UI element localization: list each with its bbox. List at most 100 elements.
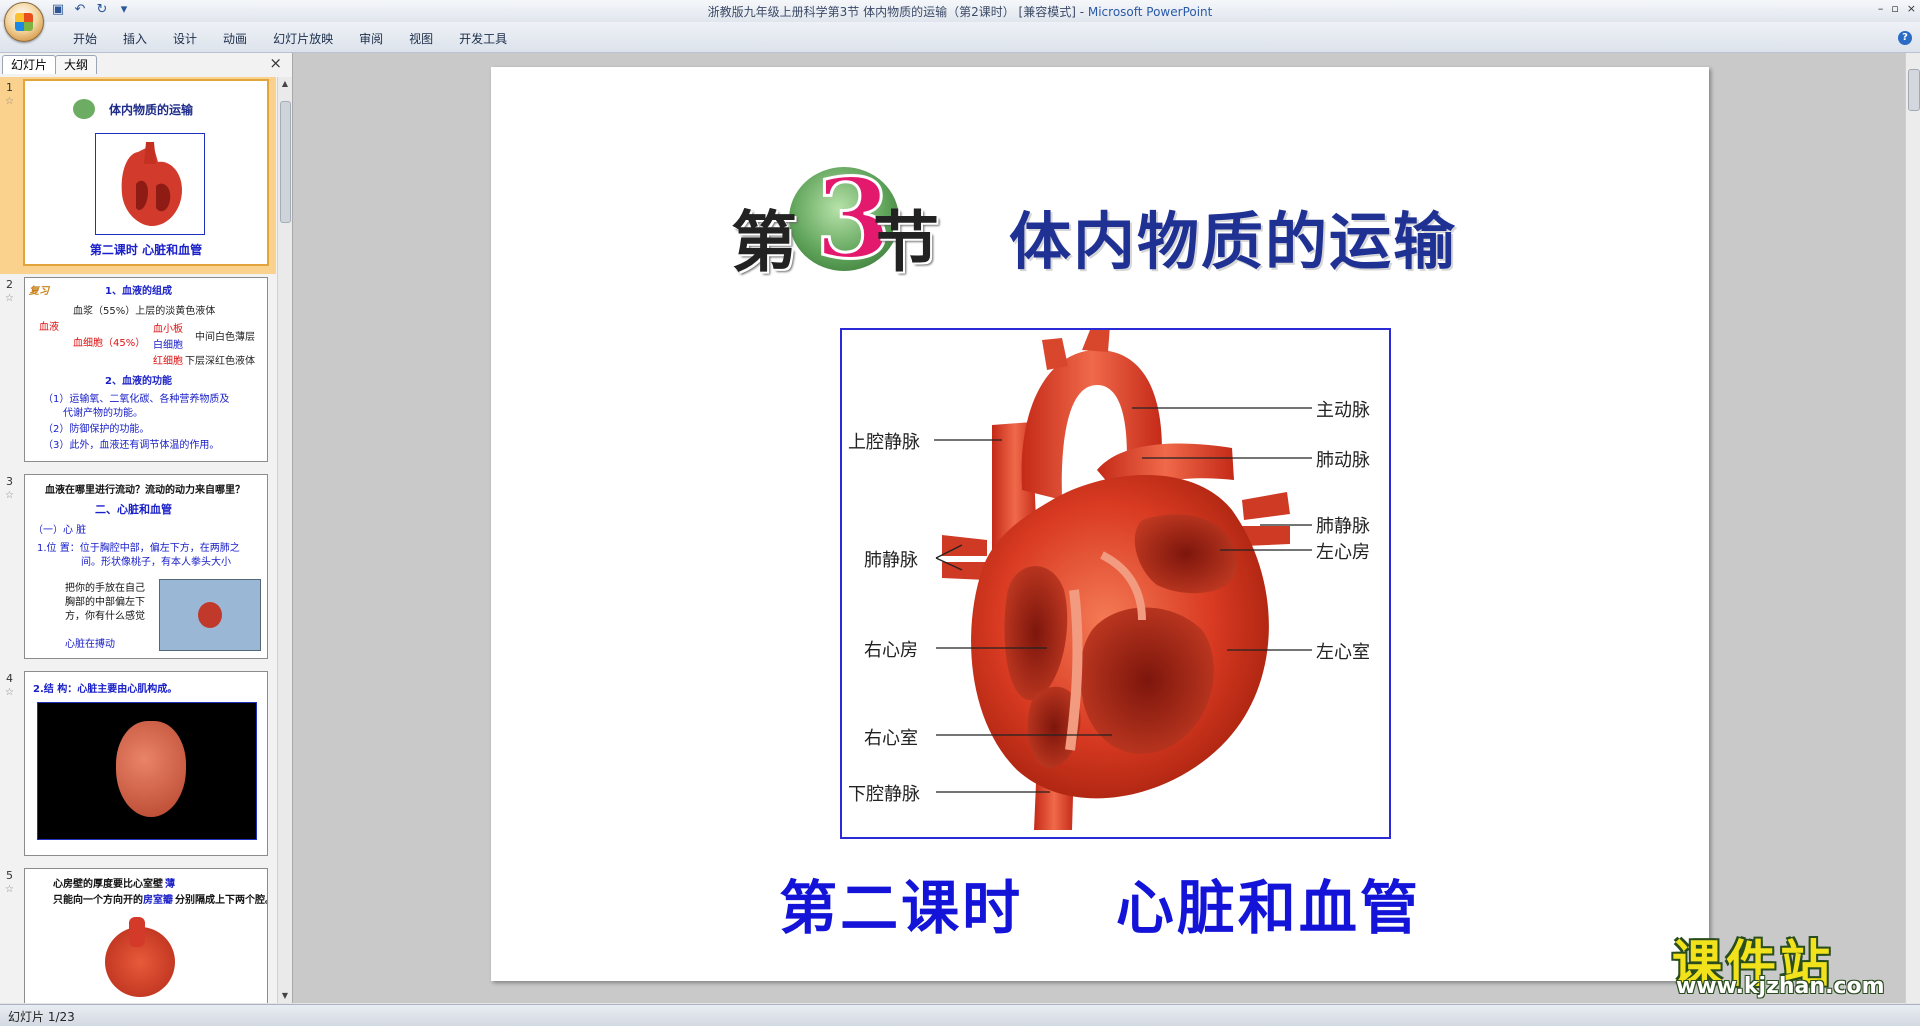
tab-home[interactable]: 开始 [60,30,110,47]
tab-insert[interactable]: 插入 [110,30,160,47]
label-pulmonary-vein-right: 肺静脉 [1316,516,1370,537]
thumb-text: 血液 [39,322,59,333]
label-right-atrium: 右心房 [864,640,918,661]
slide-indicator: 幻灯片 1/23 [8,1010,75,1024]
thumbnail-row[interactable]: 4 ☆ 2.结 构：心脏主要由心肌构成。 [0,668,276,865]
thumbnail-row[interactable]: 5 ☆ 心房壁的厚度要比心室壁 薄 只能向一个方向开的 房室瓣 分别隔成上下两个… [0,865,276,1003]
heart-shape [116,721,186,817]
status-bar: 幻灯片 1/23 [0,1004,1920,1026]
thumb-text: 心脏在搏动 [65,639,115,650]
scroll-thumb[interactable] [1908,69,1920,111]
thumb-text: 2.结 构：心脏主要由心肌构成。 [33,684,178,695]
thumb-text: 房室瓣 [143,895,173,906]
window-controls: – ▫ × [1878,2,1916,15]
heart-video-image [37,702,257,840]
slides-panel: 幻灯片 大纲 × 1 ☆ 体内物质的运输 第二课时 心脏和血管 2 ☆ 复习 1… [0,53,293,1003]
heart-illustration [934,330,1312,830]
thumb-text: 血细胞（45%） [73,338,146,349]
thumb-text: 下层深红色液体 [185,356,255,367]
heart-diagram[interactable]: 上腔静脉 主动脉 肺动脉 肺静脉 左心房 肺静脉 右心房 左心室 右心室 下腔静… [840,328,1391,839]
panel-close-icon[interactable]: × [269,54,282,72]
editor-scrollbar[interactable] [1905,53,1920,1003]
restore-button[interactable]: ▫ [1891,2,1898,15]
thumb-text: 薄 [165,879,175,890]
app-name: Microsoft PowerPoint [1087,5,1213,19]
thumb-text: 只能向一个方向开的 [53,895,143,906]
thumb-text: 血小板 [153,324,183,335]
slide-number: 2 [6,278,13,291]
tab-review[interactable]: 审阅 [346,30,396,47]
slide-thumbnail-1[interactable]: 体内物质的运输 第二课时 心脏和血管 [23,79,269,266]
thumb-text: 把你的手放在自己 [65,583,145,594]
slide-number: 5 [6,869,13,882]
minimize-button[interactable]: – [1878,2,1884,15]
ribbon-tabs: 开始 插入 设计 动画 幻灯片放映 审阅 视图 开发工具 [60,30,520,47]
label-aorta: 主动脉 [1316,400,1370,421]
thumbnail-row[interactable]: 1 ☆ 体内物质的运输 第二课时 心脏和血管 [0,77,276,274]
thumbnail-row[interactable]: 2 ☆ 复习 1、血液的组成 血浆（55%）上层的淡黄色液体 血液 血细胞（45… [0,274,276,471]
tab-view[interactable]: 视图 [396,30,446,47]
thumb-text: 二、心脏和血管 [95,503,172,516]
thumb-text: 间。形状像桃子，有本人拳头大小 [81,557,231,568]
animation-star-icon: ☆ [5,96,14,107]
thumb-text: 中间白色薄层 [195,332,255,343]
slide-thumbnail-4[interactable]: 2.结 构：心脏主要由心肌构成。 [24,671,268,856]
scroll-thumb[interactable] [280,101,291,223]
thumb-text: （一）心 脏 [33,525,87,536]
slide-subtitle: 第二课时 心脏和血管 [779,874,1421,942]
heart-shape [198,602,222,628]
animation-star-icon: ☆ [5,687,14,698]
slide-thumbnail-3[interactable]: 血液在哪里进行流动？流动的动力来自哪里？ 二、心脏和血管 （一）心 脏 1.位 … [24,474,268,659]
thumb-text: 代谢产物的功能。 [63,408,143,419]
thumb-text: 方，你有什么感觉 [65,611,145,622]
watermark-url: www.kjzhan.com [1676,974,1885,999]
office-logo-icon [15,13,33,31]
office-button[interactable] [4,2,44,42]
animation-star-icon: ☆ [5,490,14,501]
thumb-text: 血液在哪里进行流动？流动的动力来自哪里？ [45,485,245,496]
heart-diagram-thumbnail [95,917,185,997]
banner-prefix: 第 [731,203,797,281]
thumb-text: 2、血液的功能 [105,376,172,387]
thumb-text: 红细胞 [153,356,183,367]
slide-number: 3 [6,475,13,488]
help-icon[interactable]: ? [1898,31,1912,45]
thumbnail-row[interactable]: 3 ☆ 血液在哪里进行流动？流动的动力来自哪里？ 二、心脏和血管 （一）心 脏 … [0,471,276,668]
banner-suffix: 节 [873,203,939,281]
title-bar: ▣ ↶ ↻ ▾ 浙教版九年级上册科学第3节 体内物质的运输（第2课时） [兼容模… [0,0,1920,42]
tab-slideshow[interactable]: 幻灯片放映 [260,30,346,47]
slide-number: 1 [6,81,13,94]
label-pulmonary-vein-left: 肺静脉 [864,550,918,571]
tab-developer[interactable]: 开发工具 [446,30,520,47]
scroll-up-icon[interactable]: ▲ [278,77,292,91]
tab-outline[interactable]: 大纲 [55,55,98,74]
slide-thumbnail-2[interactable]: 复习 1、血液的组成 血浆（55%）上层的淡黄色液体 血液 血细胞（45%） 血… [24,277,268,462]
label-left-ventricle: 左心室 [1316,642,1370,663]
document-title: 浙教版九年级上册科学第3节 体内物质的运输（第2课时） [兼容模式] - [707,5,1088,19]
close-button[interactable]: × [1907,2,1916,15]
tab-animations[interactable]: 动画 [210,30,260,47]
panel-scrollbar[interactable]: ▲ ▼ [277,77,292,1003]
tab-slides[interactable]: 幻灯片 [2,55,57,74]
thumb-text: 1、血液的组成 [105,286,172,297]
thumb-text: 胸部的中部偏左下 [65,597,145,608]
scroll-down-icon[interactable]: ▼ [278,989,292,1003]
thumb-text: 白细胞 [153,340,183,351]
tab-design[interactable]: 设计 [160,30,210,47]
label-inferior-vena-cava: 下腔静脉 [848,784,920,805]
thumbnail-list: 1 ☆ 体内物质的运输 第二课时 心脏和血管 2 ☆ 复习 1、血液的组成 血浆… [0,77,276,1003]
thumb-text: （1）运输氧、二氧化碳、各种营养物质及 [43,394,230,405]
animation-star-icon: ☆ [5,293,14,304]
label-left-atrium: 左心房 [1316,542,1370,563]
panel-tabs: 幻灯片 大纲 [2,55,98,75]
label-right-ventricle: 右心室 [864,728,918,749]
slide-canvas[interactable]: 第 3 节 体内物质的运输 上腔静脉 主动脉 肺动脉 肺静脉 左心房 肺静脉 右… [491,67,1709,981]
thumb-text: （3）此外，血液还有调节体温的作用。 [43,440,220,451]
thumb-text: 血浆（55%）上层的淡黄色液体 [73,306,216,317]
section-badge-icon [73,99,95,119]
thumb-subtitle: 第二课时 心脏和血管 [89,243,203,257]
heart-thumbnail-image [95,133,205,235]
thumb-text: 复习 [29,286,49,297]
slide-thumbnail-5[interactable]: 心房壁的厚度要比心室壁 薄 只能向一个方向开的 房室瓣 分别隔成上下两个腔。 [24,868,268,1003]
animation-star-icon: ☆ [5,884,14,895]
